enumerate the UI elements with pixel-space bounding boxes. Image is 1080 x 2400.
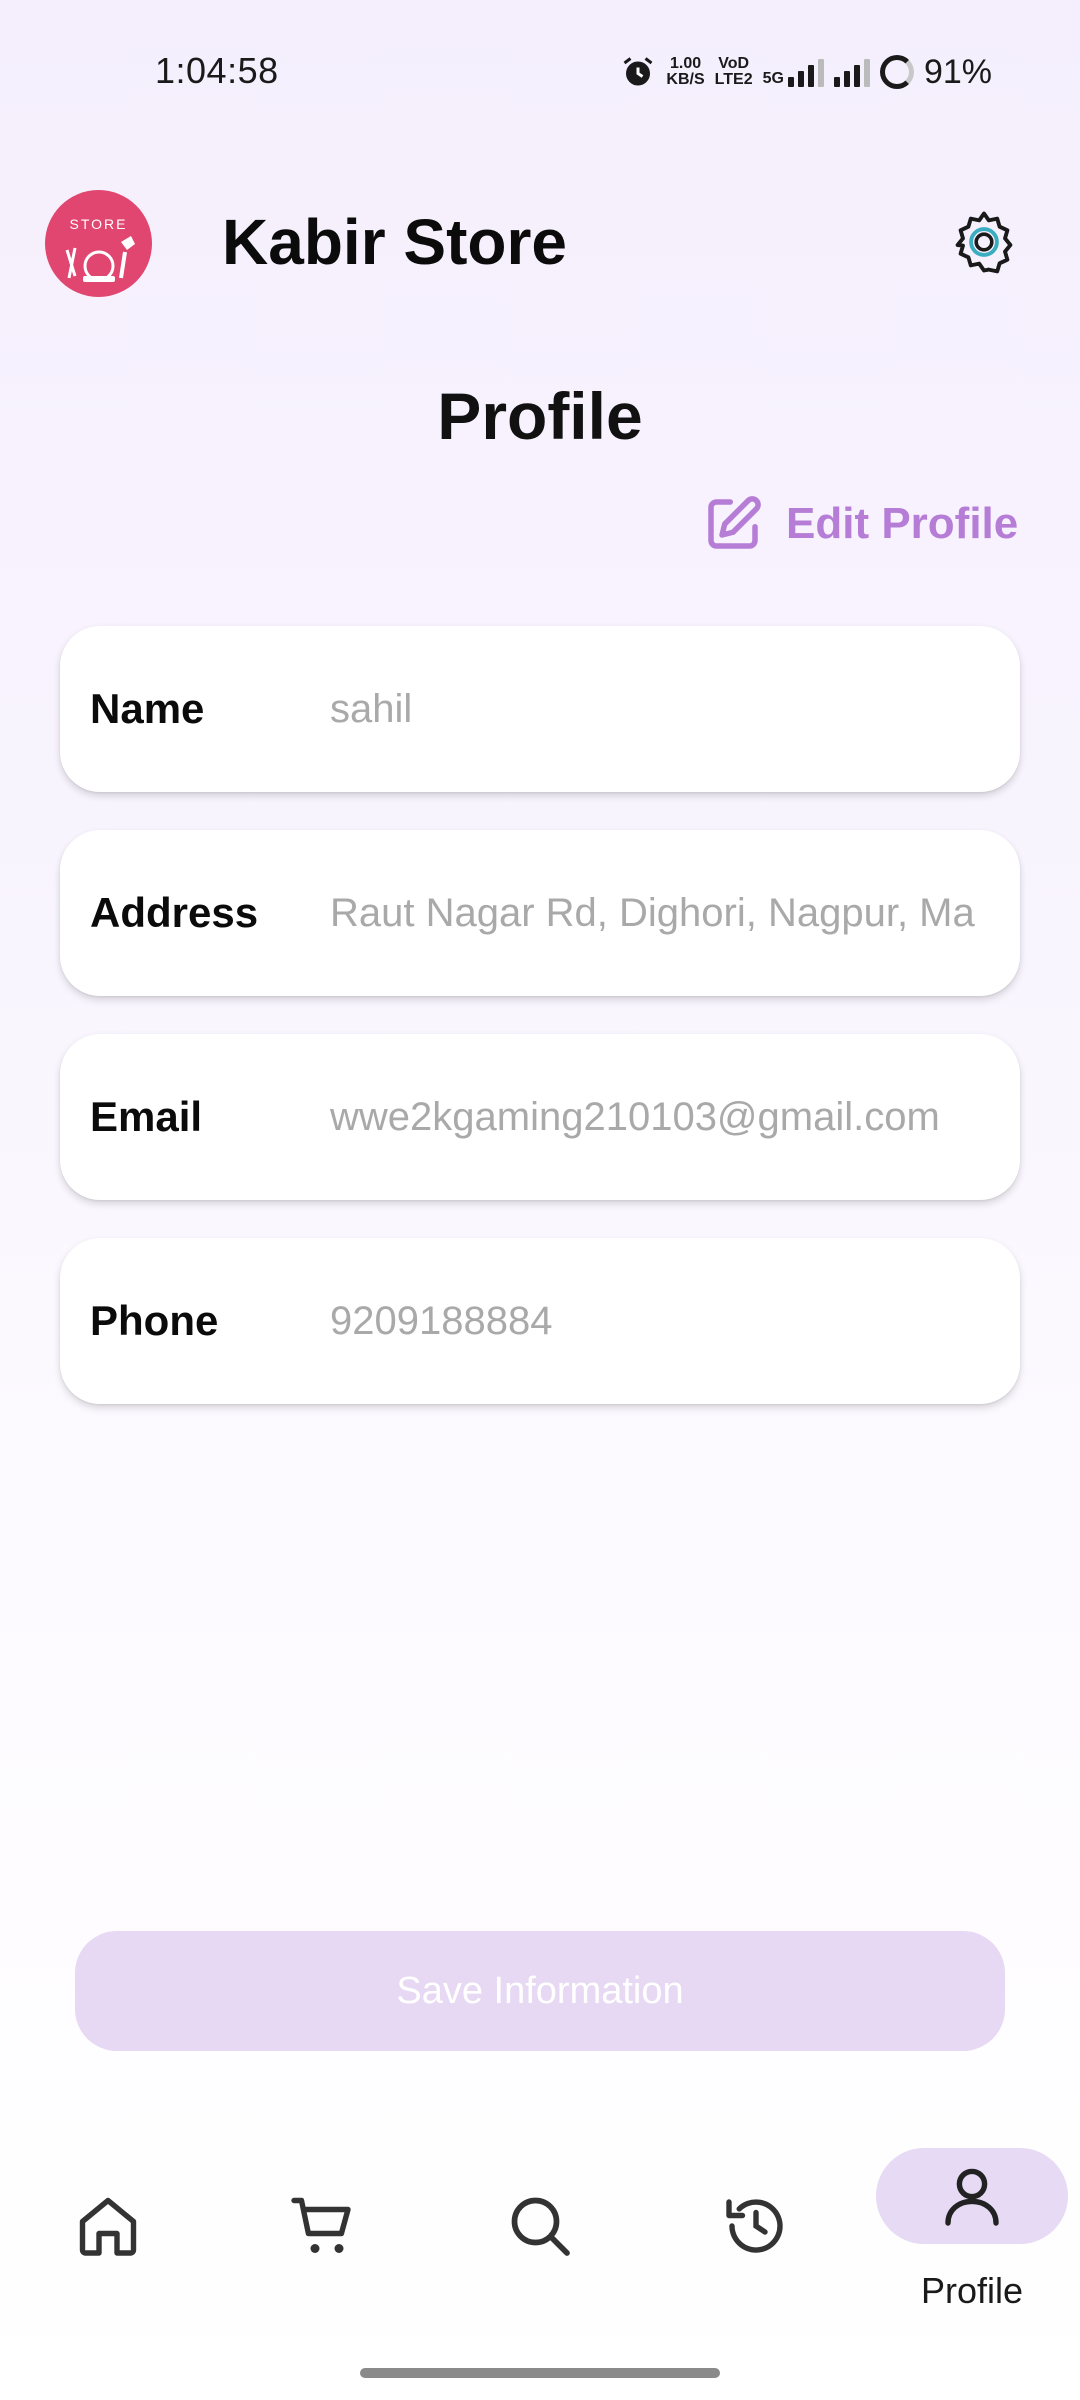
page-title: Profile bbox=[437, 379, 643, 453]
field-label: Email bbox=[90, 1093, 203, 1140]
nav-cart[interactable] bbox=[216, 2130, 432, 2330]
store-logo: STORE bbox=[45, 190, 152, 297]
field-label: Phone bbox=[90, 1297, 219, 1344]
battery-percent: 91% bbox=[923, 52, 992, 91]
volte-indicator: VoD LTE2 bbox=[714, 55, 753, 88]
save-information-button[interactable]: Save Information bbox=[75, 1931, 1005, 2051]
name-input[interactable]: sahil bbox=[330, 626, 998, 792]
edit-icon bbox=[708, 496, 761, 549]
home-indicator[interactable] bbox=[360, 2368, 720, 2378]
status-time: 1:04:58 bbox=[155, 50, 279, 91]
field-label: Name bbox=[90, 685, 205, 732]
field-label: Address bbox=[90, 889, 259, 936]
battery-ring-icon bbox=[879, 55, 914, 89]
name-field[interactable]: Name sahil bbox=[60, 626, 1020, 792]
nav-profile-label[interactable]: Profile bbox=[864, 2270, 1080, 2312]
history-icon bbox=[726, 2199, 783, 2253]
signal-5g-icon: 5G bbox=[763, 57, 824, 87]
person-icon[interactable] bbox=[936, 2160, 1008, 2232]
email-field[interactable]: Email wwe2kgaming210103@gmail.com bbox=[60, 1034, 1020, 1200]
nav-home[interactable] bbox=[0, 2130, 216, 2330]
address-field[interactable]: Address Raut Nagar Rd, Dighori, Nagpur, … bbox=[60, 830, 1020, 996]
app-title: Kabir Store bbox=[222, 206, 567, 278]
nav-history[interactable] bbox=[648, 2130, 864, 2330]
nav-search[interactable] bbox=[432, 2130, 648, 2330]
status-bar: 1:04:58 1.00 KB/S VoD LTE2 5G 91% bbox=[0, 0, 1080, 140]
status-icons: 1.00 KB/S VoD LTE2 5G 91% bbox=[620, 50, 992, 94]
phone-input[interactable]: 9209188884 bbox=[330, 1238, 998, 1404]
cosmetics-illustration bbox=[65, 236, 135, 282]
edit-profile-label: Edit Profile bbox=[786, 499, 1019, 548]
bottom-nav: Profile bbox=[0, 2130, 1080, 2330]
email-input[interactable]: wwe2kgaming210103@gmail.com bbox=[330, 1034, 998, 1200]
home-icon bbox=[79, 2197, 137, 2256]
gear-icon[interactable] bbox=[948, 206, 1020, 278]
signal-icon bbox=[833, 57, 870, 87]
edit-profile-button[interactable]: Edit Profile bbox=[700, 492, 1018, 556]
cart-icon bbox=[291, 2197, 351, 2253]
network-speed: 1.00 KB/S bbox=[666, 55, 705, 88]
phone-field[interactable]: Phone 9209188884 bbox=[60, 1238, 1020, 1404]
search-icon bbox=[511, 2197, 570, 2256]
alarm-icon bbox=[624, 57, 653, 86]
address-input[interactable]: Raut Nagar Rd, Dighori, Nagpur, Ma bbox=[330, 830, 998, 996]
